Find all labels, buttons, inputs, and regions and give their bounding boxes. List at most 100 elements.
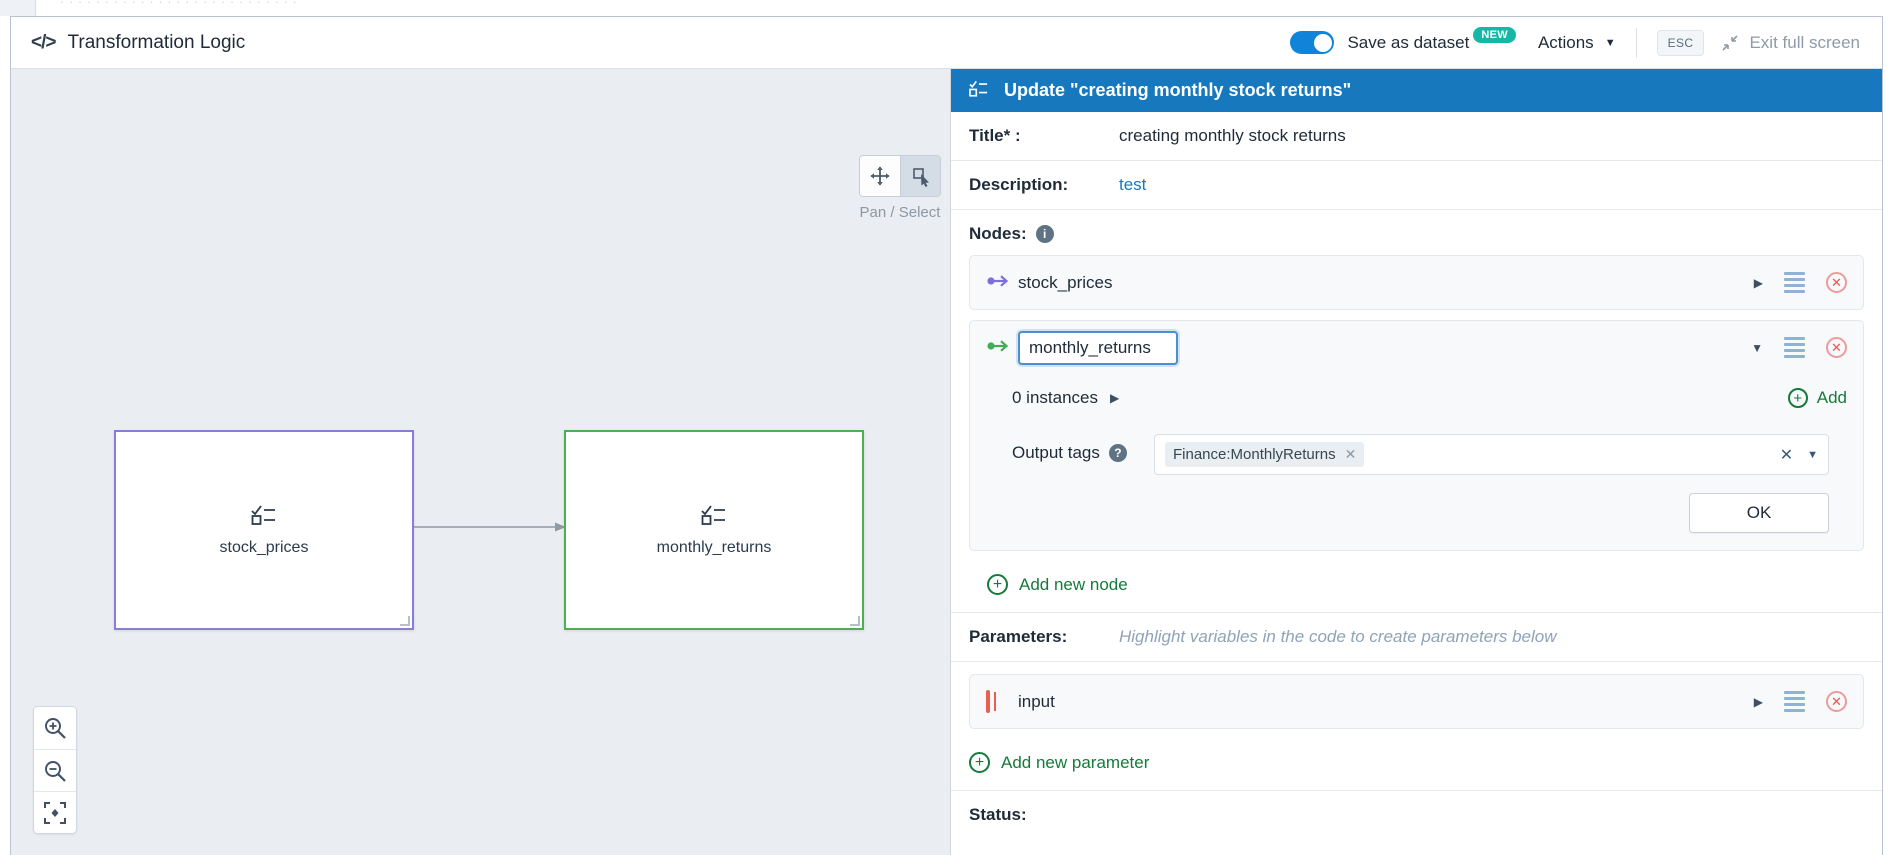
parameter-row-name: input [1018,691,1055,711]
description-field-value[interactable]: test [1119,175,1146,195]
toggle-knob [1313,33,1332,52]
parameters-hint: Highlight variables in the code to creat… [1119,627,1557,646]
save-as-dataset-toggle[interactable] [1290,31,1335,54]
add-instance-button[interactable]: + Add [1787,388,1847,408]
pan-select-control: Pan / Select [859,155,941,221]
arrow-right-output-icon [986,339,1018,356]
page-title: </> Transformation Logic [31,32,245,54]
node-row-actions: ▼ ✕ [1751,337,1847,358]
pan-select-label: Pan / Select [859,204,941,221]
table-grid-icon [986,690,1018,713]
pan-select-buttons [859,155,941,197]
app-root: · · · · · · · · · · · · · · · · · · · · … [0,0,1893,855]
panel-title-bar: Update "creating monthly stock returns" [951,69,1882,112]
parameter-row-main: input ▶ ✕ [986,675,1847,728]
ok-button[interactable]: OK [1689,493,1829,533]
parameters-list: input ▶ ✕ + Add new parameter [951,662,1882,790]
panel-title-text: Update "creating monthly stock returns" [1004,80,1352,100]
add-new-parameter-label: Add new parameter [1001,752,1150,772]
zoom-in-button[interactable] [34,707,76,749]
canvas-node-label: stock_prices [219,538,309,556]
instances-label: 0 instances [1012,388,1098,407]
add-new-parameter-button[interactable]: + Add new parameter [969,739,1864,790]
resize-handle[interactable] [400,616,410,626]
shrink-icon [1722,34,1739,51]
clipped-toolbar-strip: · · · · · · · · · · · · · · · · · · · · … [0,0,1893,16]
checklist-icon [969,80,989,102]
parameter-row-actions: ▶ ✕ [1754,691,1847,712]
x-icon[interactable]: ✕ [1345,446,1357,463]
actions-label: Actions [1537,32,1594,52]
fit-to-screen-button[interactable] [34,791,76,833]
delete-circle-icon[interactable]: ✕ [1826,337,1847,358]
node-row-actions: ▶ ✕ [1754,272,1847,293]
zoom-out-icon [45,760,66,782]
hamburger-icon[interactable] [1784,337,1805,358]
esc-key-hint: ESC [1656,29,1705,56]
zoom-in-icon [45,718,66,739]
parameter-row-input[interactable]: input ▶ ✕ [969,674,1864,729]
ok-row: OK [986,493,1847,550]
actions-menu[interactable]: Actions ▼ [1538,33,1616,53]
plus-circle-icon: + [1787,388,1808,408]
move-icon [870,166,890,186]
tag-chip-label: Finance:MonthlyReturns [1173,446,1336,463]
canvas-node-stock-prices[interactable]: stock_prices [114,430,414,630]
resize-handle[interactable] [850,616,860,626]
output-tags-label-group: Output tags ? [1012,434,1132,463]
triangle-right-icon[interactable]: ▶ [1110,391,1119,405]
body-split: Pan / Select stock_prices monthly_return… [11,69,1882,855]
exit-full-screen-button[interactable]: Exit full screen [1721,33,1860,53]
triangle-right-icon[interactable]: ▶ [1754,695,1763,709]
nodes-section-header: Nodes: i [969,224,1864,244]
clear-tags-icon[interactable]: ✕ [1780,445,1793,465]
graph-canvas[interactable]: Pan / Select stock_prices monthly_return… [11,69,950,855]
description-field-row: Description: test [951,161,1882,210]
update-panel: Update "creating monthly stock returns" … [950,69,1882,855]
delete-circle-icon[interactable]: ✕ [1826,272,1847,293]
node-name-input[interactable] [1018,330,1178,365]
triangle-down-icon[interactable]: ▼ [1751,341,1763,355]
delete-circle-icon[interactable]: ✕ [1826,691,1847,712]
plus-circle-icon: + [987,574,1008,595]
node-row-monthly-returns[interactable]: ▼ ✕ 0 instances ▶ + Add [969,320,1864,551]
node-row-main: ▼ ✕ [986,321,1847,374]
nodes-section-label: Nodes: [969,224,1027,243]
pan-tool-button[interactable] [860,156,900,196]
title-field-value[interactable]: creating monthly stock returns [1119,126,1346,146]
hamburger-icon[interactable] [1784,691,1805,712]
question-icon[interactable]: ? [1108,444,1127,462]
title-field-row: Title* : creating monthly stock returns [951,112,1882,161]
canvas-node-label: monthly_returns [656,538,772,556]
instances-row: 0 instances ▶ + Add [986,374,1847,422]
add-new-node-button[interactable]: + Add new node [969,561,1864,612]
zoom-controls [33,706,77,834]
page-title-text: Transformation Logic [67,31,246,53]
add-instance-label: Add [1816,388,1847,407]
output-tags-label: Output tags [1012,443,1100,462]
triangle-right-icon[interactable]: ▶ [1754,276,1763,290]
clipped-toolbar-text: · · · · · · · · · · · · · · · · · · · · … [60,0,298,9]
zoom-out-button[interactable] [34,749,76,791]
node-row-name: stock_prices [1018,272,1113,292]
node-row-stock-prices[interactable]: stock_prices ▶ ✕ [969,255,1864,310]
status-label: Status: [969,805,1027,824]
header-bar: </> Transformation Logic Save as dataset… [11,17,1882,69]
select-tool-button[interactable] [900,156,940,196]
tag-chip[interactable]: Finance:MonthlyReturns ✕ [1165,442,1365,467]
exit-full-screen-label: Exit full screen [1749,32,1860,52]
save-as-dataset-label: Save as dataset [1347,32,1470,52]
checklist-icon [701,504,727,529]
code-icon: </> [31,31,57,53]
main-frame: </> Transformation Logic Save as dataset… [10,16,1883,855]
canvas-node-monthly-returns[interactable]: monthly_returns [564,430,864,630]
info-icon[interactable]: i [1035,225,1054,243]
hamburger-icon[interactable] [1784,272,1805,293]
header-divider [1635,27,1637,58]
output-tags-input[interactable]: Finance:MonthlyReturns ✕ ✕ ▼ [1154,434,1829,475]
description-field-label: Description: [969,175,1069,194]
parameters-label: Parameters: [969,627,1068,646]
parameters-header-row: Parameters: Highlight variables in the c… [951,613,1882,662]
add-new-node-label: Add new node [1019,574,1128,594]
chevron-down-icon[interactable]: ▼ [1807,449,1818,461]
